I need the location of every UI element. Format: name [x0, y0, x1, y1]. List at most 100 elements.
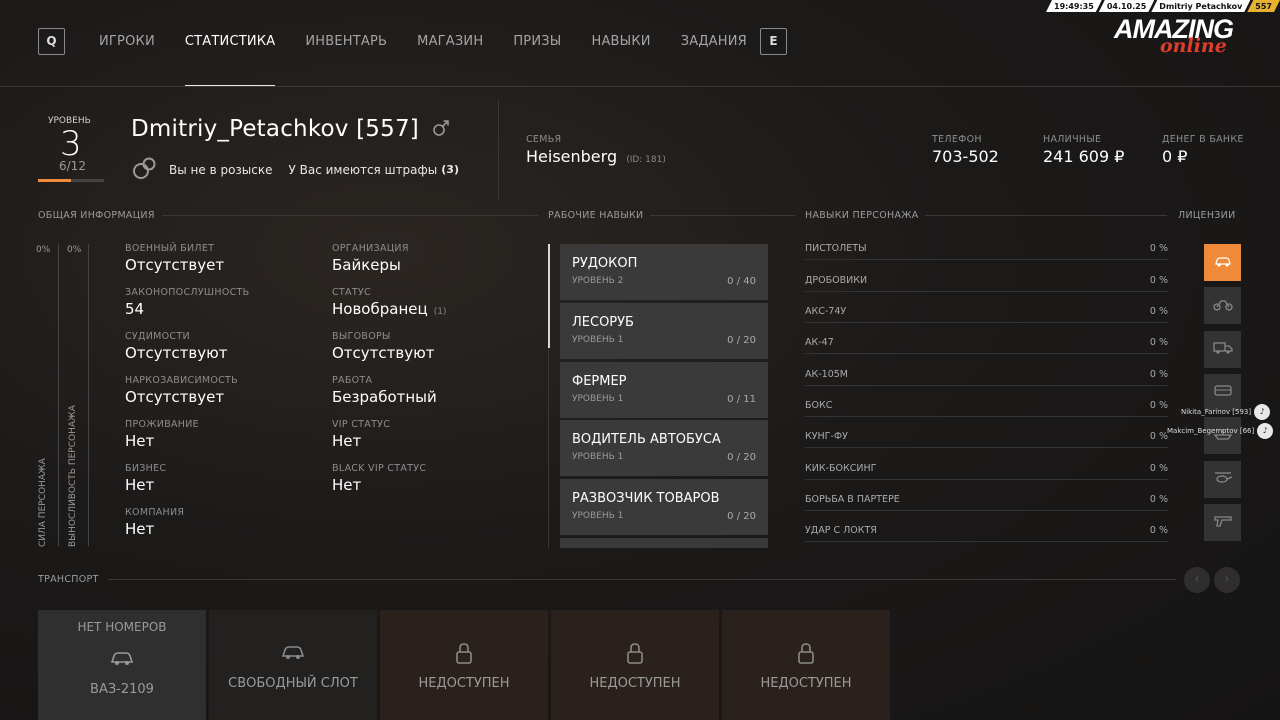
info-vip: VIP СТАТУС Нет: [332, 419, 390, 450]
info-value: Новобранец: [332, 300, 428, 318]
phone-label: ТЕЛЕФОН: [932, 134, 982, 145]
strength-label: СИЛА ПЕРСОНАЖА: [38, 458, 48, 547]
job-card[interactable]: ЛЕСОРУБ УРОВЕНЬ 1 0 / 20: [560, 303, 768, 359]
male-icon: [432, 117, 450, 143]
car-icon: [1214, 253, 1232, 272]
phone-value: 703-502: [932, 147, 999, 166]
skill-divider: [805, 447, 1168, 448]
license-truck[interactable]: [1204, 331, 1241, 368]
tab-players[interactable]: ИГРОКИ: [99, 34, 155, 49]
job-progress: 0 / 20: [727, 452, 756, 463]
slot-label: НЕДОСТУПЕН: [760, 676, 852, 691]
license-car[interactable]: [1204, 244, 1241, 281]
nav-prev-key[interactable]: Q: [38, 28, 65, 55]
jobs-scrollbar[interactable]: [548, 244, 550, 348]
nav-next-key[interactable]: E: [760, 28, 787, 55]
tab-inventory[interactable]: ИНВЕНТАРЬ: [305, 34, 387, 49]
strip-player-name: Dmitriy Petachkov: [1151, 0, 1250, 12]
tab-statistics[interactable]: СТАТИСТИКА: [184, 34, 276, 87]
skill-name: БОКС: [805, 400, 833, 411]
info-label: ВОЕННЫЙ БИЛЕТ: [125, 243, 215, 254]
job-title: ВОДИТЕЛЬ АВТОБУСА: [572, 432, 721, 447]
tab-shop[interactable]: МАГАЗИН: [417, 34, 483, 49]
job-card[interactable]: РАЗВОЗЧИК ТОВАРОВ УРОВЕНЬ 1 0 / 20: [560, 479, 768, 535]
skill-value: 0 %: [1149, 275, 1168, 286]
strength-bar: [58, 244, 59, 546]
skill-row: БОРЬБА В ПАРТЕРЕ 0 %: [805, 494, 1168, 511]
skill-value: 0 %: [1149, 369, 1168, 380]
motorcycle-icon: [1212, 296, 1233, 315]
skill-value: 0 %: [1149, 400, 1168, 411]
family-name: Heisenberg: [526, 147, 618, 166]
transport-slot[interactable]: СВОБОДНЫЙ СЛОТ: [209, 610, 377, 720]
skill-name: АКС-74У: [805, 306, 847, 317]
transport-slot: НЕДОСТУПЕН: [722, 610, 890, 720]
skill-value: 0 %: [1149, 431, 1168, 442]
skill-row: ДРОБОВИКИ 0 %: [805, 275, 1168, 292]
info-law-abiding: ЗАКОНОПОСЛУШНОСТЬ 54: [125, 287, 249, 318]
skill-name: АК-47: [805, 337, 834, 348]
info-job: РАБОТА Безработный: [332, 375, 437, 406]
license-helicopter[interactable]: [1204, 461, 1241, 498]
job-card[interactable]: ВОДИТЕЛЬ АВТОБУСА УРОВЕНЬ 1 0 / 20: [560, 420, 768, 476]
family-block: СЕМЬЯ Heisenberg (ID: 181): [526, 134, 666, 166]
job-progress: 0 / 20: [727, 511, 756, 522]
slot-label: СВОБОДНЫЙ СЛОТ: [228, 676, 358, 691]
section-transport-line: [108, 579, 1176, 580]
plate-status: НЕТ НОМЕРОВ: [77, 620, 167, 634]
skill-divider: [805, 291, 1168, 292]
tab-skills[interactable]: НАВЫКИ: [591, 34, 650, 49]
section-skills-line: [925, 215, 1167, 216]
job-card-partial[interactable]: [560, 538, 768, 548]
info-reprimands: ВЫГОВОРЫ Отсутствуют: [332, 331, 434, 362]
info-label: ВЫГОВОРЫ: [332, 331, 391, 342]
skill-divider: [805, 353, 1168, 354]
skill-row: ПИСТОЛЕТЫ 0 %: [805, 243, 1168, 260]
job-progress: 0 / 40: [727, 276, 756, 287]
job-level: УРОВЕНЬ 2: [572, 276, 624, 286]
bank-label: ДЕНЕГ В БАНКЕ: [1162, 134, 1244, 145]
info-label: VIP СТАТУС: [332, 419, 391, 430]
job-card[interactable]: ФЕРМЕР УРОВЕНЬ 1 0 / 11: [560, 362, 768, 418]
player-name-row: Dmitriy_Petachkov [557]: [131, 116, 450, 143]
info-label: ЗАКОНОПОСЛУШНОСТЬ: [125, 287, 250, 298]
level-number: 3: [60, 124, 82, 164]
clock: 19:49:35: [1046, 0, 1102, 12]
info-label: ОРГАНИЗАЦИЯ: [332, 243, 409, 254]
info-business: БИЗНЕС Нет: [125, 463, 166, 494]
license-weapon[interactable]: [1204, 504, 1241, 541]
skill-row: КУНГ-ФУ 0 %: [805, 431, 1168, 448]
voice-player-name: Makcim_Begemotov [66]: [1167, 427, 1255, 435]
skill-divider: [805, 385, 1168, 386]
transport-prev-button[interactable]: ‹: [1184, 567, 1210, 593]
slot-label: НЕДОСТУПЕН: [589, 676, 681, 691]
skill-divider: [805, 541, 1168, 542]
license-motorcycle[interactable]: [1204, 287, 1241, 324]
handcuffs-icon: [131, 154, 159, 185]
skill-row: УДАР С ЛОКТЯ 0 %: [805, 525, 1168, 542]
transport-next-button[interactable]: ›: [1214, 567, 1240, 593]
section-skills-title: НАВЫКИ ПЕРСОНАЖА: [805, 210, 919, 221]
skill-row: АК-105М 0 %: [805, 369, 1168, 386]
section-licenses-title: ЛИЦЕНЗИИ: [1178, 210, 1236, 221]
skill-value: 0 %: [1149, 243, 1168, 254]
info-value: Нет: [125, 432, 155, 450]
info-label: РАБОТА: [332, 375, 373, 386]
job-card[interactable]: РУДОКОП УРОВЕНЬ 2 0 / 40: [560, 244, 768, 300]
lock-icon: [551, 642, 719, 668]
logo-sub: online: [1160, 35, 1227, 57]
transport-slot[interactable]: НЕТ НОМЕРОВ ВАЗ-2109: [38, 610, 206, 720]
info-label: СУДИМОСТИ: [125, 331, 190, 342]
skill-name: ПИСТОЛЕТЫ: [805, 243, 867, 254]
fines-count: (3): [441, 163, 459, 176]
info-value: Отсутствует: [125, 256, 225, 274]
level-progress-fill: [38, 179, 71, 182]
tab-tasks[interactable]: ЗАДАНИЯ: [681, 34, 747, 49]
skill-row: КИК-БОКСИНГ 0 %: [805, 463, 1168, 480]
section-general-line: [162, 215, 538, 216]
section-jobs-line: [650, 215, 795, 216]
skill-divider: [805, 259, 1168, 260]
job-level: УРОВЕНЬ 1: [572, 394, 624, 404]
info-organization: ОРГАНИЗАЦИЯ Байкеры: [332, 243, 409, 274]
tab-prizes[interactable]: ПРИЗЫ: [513, 34, 561, 49]
